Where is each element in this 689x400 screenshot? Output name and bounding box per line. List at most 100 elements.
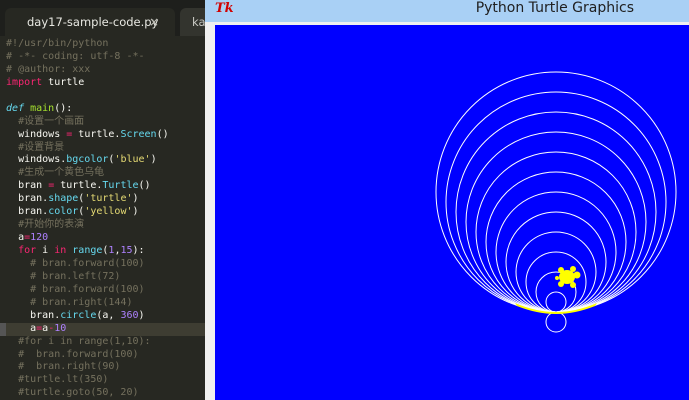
current-line-marker bbox=[0, 322, 6, 336]
code-line[interactable]: windows = turtle.Screen() bbox=[0, 129, 205, 142]
tab-day17-sample-code[interactable]: day17-sample-code.py × bbox=[5, 8, 175, 36]
code-token: i bbox=[36, 245, 55, 256]
code-line[interactable]: #for i in range(1,10): bbox=[0, 336, 205, 349]
code-token: a bbox=[6, 322, 37, 334]
code-line[interactable] bbox=[0, 90, 205, 103]
turtle-graphics-window: Tk Python Turtle Graphics bbox=[205, 0, 689, 400]
code-line[interactable]: import turtle bbox=[0, 77, 205, 90]
code-line[interactable]: bran = turtle.Turtle() bbox=[0, 180, 205, 193]
code-token: Screen bbox=[120, 128, 157, 140]
code-token: #turtle.lt(350) bbox=[6, 374, 109, 386]
code-token: (): bbox=[54, 102, 73, 114]
code-token: # bran.right(90) bbox=[6, 361, 121, 373]
code-token: #turtle.goto(50, 20) bbox=[6, 387, 139, 399]
code-line[interactable]: #设置一个画面 bbox=[0, 116, 205, 129]
code-token: turtle bbox=[42, 76, 85, 88]
code-token: ) bbox=[132, 206, 139, 218]
code-token: #生成一个黄色乌龟 bbox=[6, 167, 105, 179]
code-token: # bran.left(72) bbox=[6, 270, 121, 282]
code-token: bran. bbox=[6, 206, 49, 218]
code-line[interactable]: # @author: xxx bbox=[0, 64, 205, 77]
code-line[interactable]: # bran.right(90) bbox=[0, 361, 205, 374]
code-token: () bbox=[138, 180, 151, 192]
code-token: import bbox=[6, 76, 43, 88]
code-line[interactable]: # bran.left(72) bbox=[0, 271, 205, 284]
code-token: ) bbox=[150, 154, 157, 166]
code-line[interactable]: # bran.forward(100) bbox=[0, 258, 205, 271]
circle-path bbox=[545, 291, 567, 313]
code-token: bgcolor bbox=[66, 154, 109, 166]
circle-path bbox=[465, 131, 647, 313]
circle-path bbox=[545, 311, 567, 333]
code-token: windows bbox=[6, 128, 67, 140]
code-line[interactable]: #生成一个黄色乌龟 bbox=[0, 167, 205, 180]
code-token: range bbox=[72, 245, 103, 256]
code-line[interactable]: #turtle.goto(50, 20) bbox=[0, 387, 205, 400]
code-line[interactable]: for i in range(1,15): bbox=[0, 245, 205, 258]
circle-path bbox=[485, 171, 627, 313]
code-token: #设置背景 bbox=[6, 141, 65, 153]
code-line[interactable]: #!/usr/bin/python bbox=[0, 38, 205, 51]
code-line[interactable]: bran.circle(a, 360) bbox=[0, 310, 205, 323]
code-token: turtle. bbox=[72, 128, 121, 140]
code-token: windows. bbox=[6, 154, 67, 166]
code-token: turtle. bbox=[54, 180, 103, 192]
code-token: bran. bbox=[6, 193, 49, 205]
code-token: circle bbox=[60, 309, 97, 321]
tab-close-icon[interactable]: × bbox=[149, 8, 159, 36]
code-token: ): bbox=[132, 245, 145, 256]
code-token: # bran.right(144) bbox=[6, 296, 133, 308]
code-token: ) bbox=[138, 309, 145, 321]
window-titlebar[interactable]: Tk Python Turtle Graphics bbox=[205, 0, 689, 22]
turtle-drawing bbox=[435, 71, 677, 333]
code-line[interactable]: #设置背景 bbox=[0, 142, 205, 155]
code-token: # bran.forward(100) bbox=[6, 257, 145, 269]
code-line[interactable]: a=120 bbox=[0, 232, 205, 245]
code-line[interactable]: # bran.right(144) bbox=[0, 297, 205, 310]
code-token: 'blue' bbox=[114, 154, 151, 166]
code-token: shape bbox=[48, 193, 79, 205]
window-title: Python Turtle Graphics bbox=[475, 0, 634, 16]
code-token: # bran.forward(100) bbox=[6, 348, 139, 360]
code-line[interactable]: # -*- coding: utf-8 -*- bbox=[0, 51, 205, 64]
code-token: (a, bbox=[96, 309, 121, 321]
code-token: #开始你的表演 bbox=[6, 219, 85, 231]
code-token: #!/usr/bin/python bbox=[6, 38, 109, 49]
code-token: 360 bbox=[120, 309, 139, 321]
code-line[interactable]: # bran.forward(100) bbox=[0, 349, 205, 362]
code-line[interactable]: bran.color('yellow') bbox=[0, 206, 205, 219]
code-token: Turtle bbox=[102, 180, 139, 192]
code-editor[interactable]: day17-sample-code.py × ka #!/usr/bin/pyt… bbox=[0, 0, 205, 400]
code-line[interactable]: # bran.forward(100) bbox=[0, 284, 205, 297]
code-line[interactable]: #turtle.lt(350) bbox=[0, 374, 205, 387]
circle-path bbox=[505, 211, 607, 313]
code-line[interactable]: bran.shape('turtle') bbox=[0, 193, 205, 206]
tab-label: day17-sample-code.py bbox=[27, 15, 159, 29]
code-token: main bbox=[30, 102, 55, 114]
code-token: 10 bbox=[54, 322, 67, 334]
code-token: # @author: xxx bbox=[6, 63, 91, 75]
code-token: #设置一个画面 bbox=[6, 115, 85, 127]
code-area[interactable]: #!/usr/bin/python # -*- coding: utf-8 -*… bbox=[0, 38, 205, 400]
code-token: ) bbox=[132, 193, 139, 205]
code-token: in bbox=[54, 245, 67, 256]
code-line[interactable]: a=a-10 bbox=[0, 322, 205, 336]
code-token: color bbox=[48, 206, 79, 218]
code-token: bran. bbox=[6, 309, 61, 321]
code-token: 15 bbox=[120, 245, 133, 256]
editor-tab-bar: day17-sample-code.py × ka bbox=[0, 0, 205, 36]
code-token: 120 bbox=[30, 232, 49, 244]
code-token: # -*- coding: utf-8 -*- bbox=[6, 50, 145, 62]
code-token: # bran.forward(100) bbox=[6, 283, 145, 295]
code-line[interactable]: #开始你的表演 bbox=[0, 219, 205, 232]
circle-path bbox=[525, 251, 587, 313]
turtle-canvas[interactable] bbox=[215, 25, 689, 400]
code-token: 'turtle' bbox=[84, 193, 133, 205]
code-line[interactable]: def main(): bbox=[0, 103, 205, 116]
code-token: bran bbox=[6, 180, 49, 192]
code-line[interactable]: windows.bgcolor('blue') bbox=[0, 154, 205, 167]
tab-ka[interactable]: ka bbox=[180, 8, 205, 36]
tab-label: ka bbox=[192, 15, 205, 29]
code-token: () bbox=[156, 128, 169, 140]
